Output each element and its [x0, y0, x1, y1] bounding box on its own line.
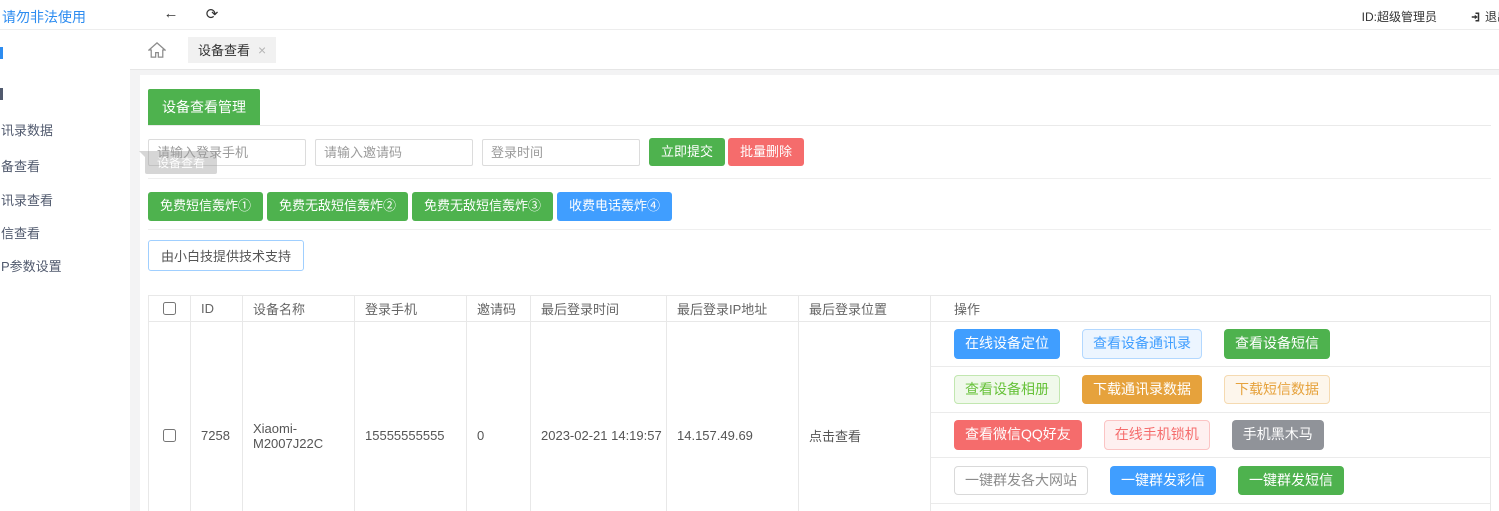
logout-label: 退出	[1485, 8, 1499, 25]
close-icon[interactable]: ×	[258, 42, 266, 58]
paid-call-bomb-button[interactable]: 收费电话轰炸④	[557, 192, 672, 220]
mass-send-sms-button[interactable]: 一键群发短信	[1238, 466, 1344, 495]
cell-actions: 在线设备定位 查看设备通讯录 查看设备短信 查看设备相册 下载通讯录数据 下载短…	[931, 322, 1491, 511]
cell-id: 7258	[191, 322, 243, 511]
tab-device-view[interactable]: 设备查看 ×	[188, 37, 276, 63]
tab-bar: 设备查看 ×	[130, 30, 1499, 70]
logout-icon	[1471, 11, 1483, 23]
row-checkbox[interactable]	[163, 429, 176, 442]
mass-post-websites-button[interactable]: 一键群发各大网站	[954, 466, 1088, 495]
action-line: 清空通讯录 清空短信 清空所有	[931, 504, 1490, 511]
action-line: 查看微信QQ好友 在线手机锁机 手机黑木马	[931, 413, 1490, 459]
invite-code-input[interactable]	[315, 139, 473, 166]
sidebar-item-contacts-view[interactable]: 讯录查看	[1, 190, 53, 209]
free-sms-bomb-1-button[interactable]: 免费短信轰炸①	[148, 192, 263, 220]
refresh-icon[interactable]: ⟳	[202, 5, 222, 23]
brand-text: 请勿非法使用	[2, 7, 86, 27]
support-row: 由小白技提供技术支持	[148, 240, 1491, 271]
sidebar: 讯录数据 备查看 讯录查看 信查看 P参数设置	[0, 30, 130, 511]
cell-last-login-ip: 14.157.49.69	[667, 322, 799, 511]
back-arrow-icon[interactable]: ←	[161, 5, 181, 22]
content-panel: 设备查看 设备查看管理 立即提交 批量删除 免费短信轰炸①	[140, 75, 1499, 511]
header-last-login-location: 最后登录位置	[799, 296, 931, 322]
view-sms-button[interactable]: 查看设备短信	[1224, 329, 1330, 358]
logout-button[interactable]: 退出	[1471, 8, 1499, 25]
user-id-label: ID:超级管理员	[1362, 8, 1437, 25]
home-icon[interactable]	[142, 38, 172, 62]
select-all-checkbox[interactable]	[163, 302, 176, 315]
cell-device-name: Xiaomi-M2007J22C	[243, 322, 355, 511]
header-device-name: 设备名称	[243, 296, 355, 322]
action-line: 查看设备相册 下载通讯录数据 下载短信数据	[931, 367, 1490, 413]
sidebar-item-fragment[interactable]	[0, 88, 3, 100]
view-contacts-button[interactable]: 查看设备通讯录	[1082, 329, 1202, 358]
sidebar-item-app-params[interactable]: P参数设置	[1, 256, 62, 275]
header-invite-code: 邀请码	[467, 296, 531, 322]
submit-button[interactable]: 立即提交	[649, 138, 725, 166]
header-login-phone: 登录手机	[355, 296, 467, 322]
phone-trojan-button[interactable]: 手机黑木马	[1232, 420, 1324, 449]
view-wechat-qq-button[interactable]: 查看微信QQ好友	[954, 420, 1082, 449]
filter-buttons: 立即提交 批量删除	[649, 138, 804, 166]
module-tab-device-view-manage[interactable]: 设备查看管理	[148, 89, 260, 125]
top-bar: 请勿非法使用 ← ⟳ ID:超级管理员 退出	[0, 0, 1499, 30]
app-layout: 讯录数据 备查看 讯录查看 信查看 P参数设置 设备查看 × 设备查看 设备查看…	[0, 30, 1499, 511]
download-contacts-button[interactable]: 下载通讯录数据	[1082, 375, 1202, 404]
sidebar-item-device-view[interactable]: 备查看	[1, 156, 40, 175]
module-tabs: 设备查看管理	[148, 83, 1491, 126]
divider	[148, 229, 1491, 230]
view-photos-button[interactable]: 查看设备相册	[954, 375, 1060, 404]
content-area: 设备查看 设备查看管理 立即提交 批量删除 免费短信轰炸①	[130, 70, 1499, 511]
sidebar-item-contacts-data[interactable]: 讯录数据	[1, 120, 53, 139]
bomb-button-row: 免费短信轰炸① 免费无敌短信轰炸② 免费无敌短信轰炸③ 收费电话轰炸④	[148, 192, 1491, 220]
device-table: ID 设备名称 登录手机 邀请码 最后登录时间 最后登录IP地址 最后登录位置 …	[148, 295, 1491, 511]
mass-send-mms-button[interactable]: 一键群发彩信	[1110, 466, 1216, 495]
login-phone-input[interactable]	[148, 139, 306, 166]
header-id: ID	[191, 296, 243, 322]
lock-phone-button[interactable]: 在线手机锁机	[1104, 420, 1210, 449]
table-row: 7258 Xiaomi-M2007J22C 15555555555 0 2023…	[149, 322, 1491, 511]
header-last-login-ip: 最后登录IP地址	[667, 296, 799, 322]
sidebar-item-sms-view[interactable]: 信查看	[1, 223, 40, 242]
main-area: 设备查看 × 设备查看 设备查看管理 立即提交 批量删除	[130, 30, 1499, 511]
tech-support-button[interactable]: 由小白技提供技术支持	[148, 240, 304, 271]
header-last-login-time: 最后登录时间	[531, 296, 667, 322]
login-time-input[interactable]	[482, 139, 640, 166]
free-sms-bomb-2-button[interactable]: 免费无敌短信轰炸②	[267, 192, 408, 220]
action-line: 一键群发各大网站 一键群发彩信 一键群发短信	[931, 458, 1490, 504]
cell-login-phone: 15555555555	[355, 322, 467, 511]
action-line: 在线设备定位 查看设备通讯录 查看设备短信	[931, 322, 1490, 368]
sidebar-item-fragment[interactable]	[0, 47, 3, 59]
filter-row: 立即提交 批量删除	[148, 138, 1491, 166]
download-sms-button[interactable]: 下载短信数据	[1224, 375, 1330, 404]
cell-invite-code: 0	[467, 322, 531, 511]
batch-delete-button[interactable]: 批量删除	[728, 138, 804, 166]
tab-label: 设备查看	[198, 40, 250, 59]
header-actions: 操作	[931, 296, 1491, 322]
locate-device-button[interactable]: 在线设备定位	[954, 329, 1060, 358]
free-sms-bomb-3-button[interactable]: 免费无敌短信轰炸③	[412, 192, 553, 220]
cell-last-login-location[interactable]: 点击查看	[799, 322, 931, 511]
cell-last-login-time: 2023-02-21 14:19:57	[531, 322, 667, 511]
divider	[148, 178, 1491, 179]
table-header-row: ID 设备名称 登录手机 邀请码 最后登录时间 最后登录IP地址 最后登录位置 …	[149, 296, 1491, 322]
